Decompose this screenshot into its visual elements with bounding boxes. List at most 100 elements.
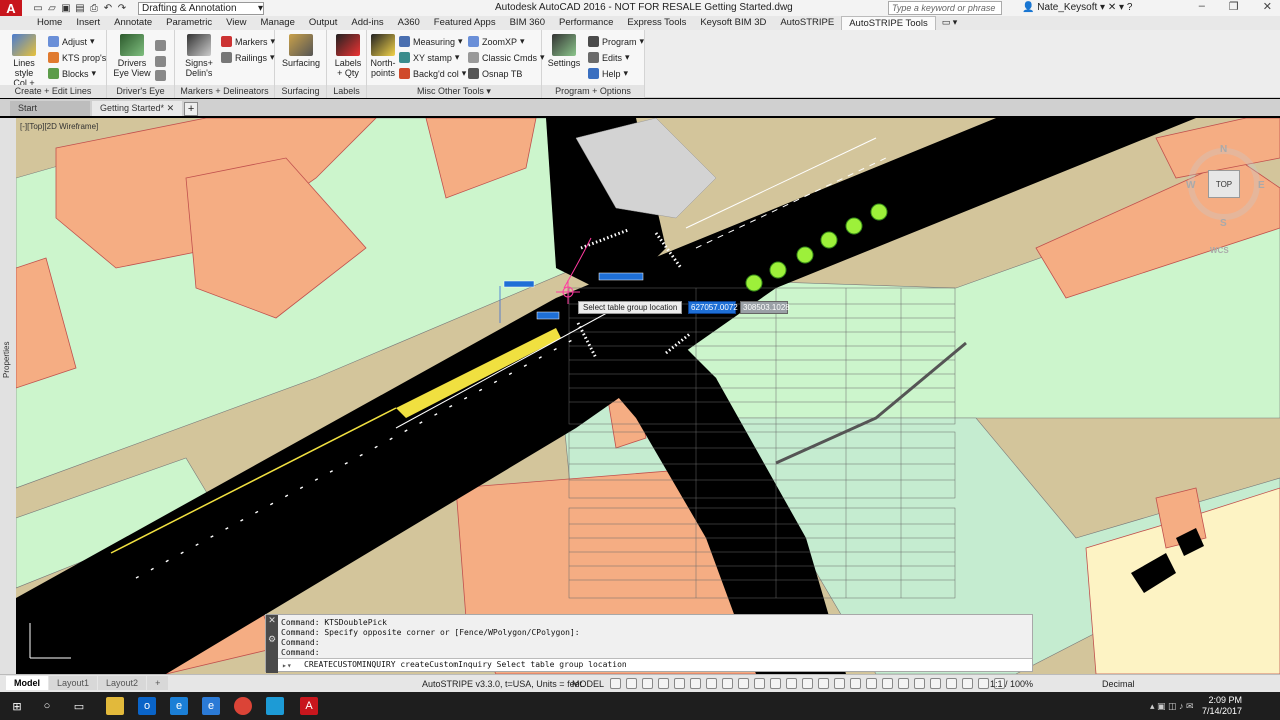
task-view-icon[interactable]: ▭ bbox=[70, 697, 88, 715]
view-option-3-icon[interactable] bbox=[155, 70, 166, 81]
panel-title[interactable]: Misc Other Tools ▾ bbox=[367, 85, 541, 98]
tab-featured-apps[interactable]: Featured Apps bbox=[427, 16, 503, 30]
tab-home[interactable]: Home bbox=[30, 16, 69, 30]
grid-icon[interactable] bbox=[610, 678, 621, 689]
new-icon[interactable]: ▭ bbox=[32, 2, 44, 14]
osnap-tb-button[interactable]: Osnap TB bbox=[468, 68, 522, 79]
print-icon[interactable]: ⎙ bbox=[88, 2, 100, 14]
search-input[interactable]: Type a keyword or phrase bbox=[888, 1, 1002, 15]
close-icon[interactable]: ✕ bbox=[266, 615, 278, 626]
outlook-icon[interactable]: o bbox=[138, 697, 156, 715]
tab-insert[interactable]: Insert bbox=[69, 16, 107, 30]
properties-palette-strip[interactable]: Properties bbox=[0, 118, 16, 674]
store-icon[interactable] bbox=[266, 697, 284, 715]
annotation-scale-icon[interactable] bbox=[866, 678, 877, 689]
kts-props-button[interactable]: KTS prop's bbox=[48, 52, 106, 63]
drawing-canvas[interactable] bbox=[16, 118, 1280, 674]
model-space-button[interactable]: MODEL bbox=[572, 679, 604, 689]
tab-output[interactable]: Output bbox=[302, 16, 345, 30]
selection-cycling-icon[interactable] bbox=[754, 678, 765, 689]
tab-express-tools[interactable]: Express Tools bbox=[620, 16, 693, 30]
view-option-2-icon[interactable] bbox=[155, 56, 166, 67]
annotation-scale[interactable]: 1:1 / 100% bbox=[990, 679, 1033, 689]
coord-x-input[interactable]: 627057.0072 bbox=[688, 301, 738, 314]
signs-delineators-button[interactable]: Signs+ Delin's bbox=[179, 34, 219, 78]
save-as-icon[interactable]: ▤ bbox=[74, 2, 86, 14]
tab-autostripe-tools[interactable]: AutoSTRIPE Tools bbox=[841, 16, 936, 30]
tab-layout1[interactable]: Layout1 bbox=[49, 676, 98, 690]
tab-getting-started[interactable]: Getting Started* ✕ bbox=[92, 101, 183, 116]
file-explorer-icon[interactable] bbox=[106, 697, 124, 715]
compass-n[interactable]: N bbox=[1220, 144, 1227, 155]
edge-icon[interactable]: e bbox=[202, 697, 220, 715]
classic-cmds-button[interactable]: Classic Cmds ▾ bbox=[468, 52, 545, 63]
tab-performance[interactable]: Performance bbox=[552, 16, 620, 30]
taskbar-clock[interactable]: 2:09 PM 7/14/2017 bbox=[1202, 695, 1242, 717]
tab-a360[interactable]: A360 bbox=[391, 16, 427, 30]
compass-s[interactable]: S bbox=[1220, 218, 1227, 229]
selected-block[interactable] bbox=[536, 311, 560, 320]
tab-keysoft-bim3d[interactable]: Keysoft BIM 3D bbox=[693, 16, 773, 30]
redo-icon[interactable]: ↷ bbox=[116, 2, 128, 14]
markers-button[interactable]: Markers ▾ bbox=[221, 36, 275, 47]
tab-start[interactable]: Start bbox=[10, 101, 90, 116]
close-icon[interactable]: ✕ bbox=[1263, 0, 1272, 13]
settings-button[interactable]: Settings bbox=[546, 34, 582, 68]
quick-properties-icon[interactable] bbox=[930, 678, 941, 689]
tab-view[interactable]: View bbox=[219, 16, 253, 30]
viewcube-top-face[interactable]: TOP bbox=[1208, 170, 1240, 198]
isodraft-icon[interactable] bbox=[674, 678, 685, 689]
units-icon[interactable] bbox=[914, 678, 925, 689]
chrome-icon[interactable] bbox=[234, 697, 252, 715]
wcs-menu[interactable]: WCS bbox=[1210, 246, 1229, 255]
tab-bim360[interactable]: BIM 360 bbox=[503, 16, 552, 30]
tab-model[interactable]: Model bbox=[6, 676, 48, 690]
measuring-button[interactable]: Measuring ▾ bbox=[399, 36, 463, 47]
program-button[interactable]: Program ▾ bbox=[588, 36, 644, 47]
command-window-grip[interactable]: ✕ ⚙ bbox=[266, 615, 278, 673]
surfacing-button[interactable]: Surfacing bbox=[279, 34, 323, 68]
gizmo-icon[interactable] bbox=[818, 678, 829, 689]
osnap-icon[interactable] bbox=[706, 678, 717, 689]
ortho-icon[interactable] bbox=[642, 678, 653, 689]
selected-block[interactable] bbox=[503, 280, 535, 288]
close-icon[interactable]: ✕ bbox=[167, 103, 175, 113]
compass-w[interactable]: W bbox=[1186, 180, 1195, 191]
background-color-button[interactable]: Backg'd col ▾ bbox=[399, 68, 466, 79]
coord-y-input[interactable]: 308503.1028 bbox=[740, 301, 790, 314]
tab-addins[interactable]: Add-ins bbox=[344, 16, 390, 30]
zoomxp-button[interactable]: ZoomXP ▾ bbox=[468, 36, 525, 47]
drivers-eye-view-button[interactable]: Drivers Eye View bbox=[111, 34, 153, 78]
tab-autostripe[interactable]: AutoSTRIPE bbox=[773, 16, 841, 30]
tab-parametric[interactable]: Parametric bbox=[159, 16, 219, 30]
system-tray[interactable]: ▴ ▣ ◫ ♪ ✉ bbox=[1150, 701, 1194, 712]
windows-start-icon[interactable]: ⊞ bbox=[8, 697, 26, 715]
new-tab-button[interactable]: + bbox=[184, 102, 199, 116]
open-icon[interactable]: ▱ bbox=[46, 2, 58, 14]
tab-layout2[interactable]: Layout2 bbox=[98, 676, 147, 690]
hardware-acceleration-icon[interactable] bbox=[978, 678, 989, 689]
viewcube[interactable]: TOP N W E S WCS bbox=[1180, 140, 1270, 260]
user-signin[interactable]: 👤 Nate_Keysoft ▾ ✕ ▾ ? bbox=[1022, 2, 1132, 13]
xy-stamp-button[interactable]: XY stamp ▾ bbox=[399, 52, 459, 63]
command-line-input[interactable]: ▸▾ CREATECUSTOMINQUIRY createCustomInqui… bbox=[278, 658, 1032, 671]
minimize-icon[interactable]: – bbox=[1199, 0, 1205, 13]
3d-osnap-icon[interactable] bbox=[770, 678, 781, 689]
search-icon[interactable]: ○ bbox=[38, 697, 56, 715]
ribbon-minimize-icon[interactable]: ▭ ▾ bbox=[936, 16, 964, 30]
osnap-tracking-icon[interactable] bbox=[690, 678, 701, 689]
blocks-button[interactable]: Blocks ▾ bbox=[48, 68, 96, 79]
autocad-taskbar-icon[interactable]: A bbox=[300, 697, 318, 715]
add-layout-button[interactable]: + bbox=[147, 676, 169, 690]
tab-annotate[interactable]: Annotate bbox=[107, 16, 159, 30]
dynamic-ucs-icon[interactable] bbox=[786, 678, 797, 689]
edits-button[interactable]: Edits ▾ bbox=[588, 52, 630, 63]
units-selector[interactable]: Decimal bbox=[1102, 679, 1135, 689]
autocad-logo[interactable]: A bbox=[0, 0, 22, 16]
tab-manage[interactable]: Manage bbox=[254, 16, 302, 30]
selection-filter-icon[interactable] bbox=[802, 678, 813, 689]
railings-button[interactable]: Railings ▾ bbox=[221, 52, 275, 63]
compass-e[interactable]: E bbox=[1258, 180, 1265, 191]
workspace-switch-icon[interactable] bbox=[882, 678, 893, 689]
transparency-icon[interactable] bbox=[738, 678, 749, 689]
